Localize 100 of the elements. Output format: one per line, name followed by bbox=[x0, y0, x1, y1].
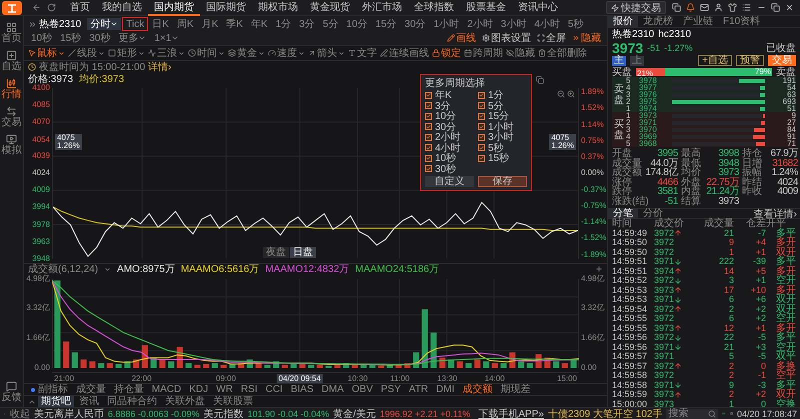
search-icon[interactable] bbox=[708, 410, 716, 418]
nav-tab[interactable]: 我的自选 bbox=[96, 0, 148, 16]
indicator-tab[interactable]: PSY bbox=[378, 384, 404, 395]
checkbox[interactable] bbox=[425, 102, 432, 110]
sidebar-item[interactable]: 自选 bbox=[2, 50, 22, 72]
checkbox[interactable] bbox=[478, 112, 485, 120]
custom-button[interactable]: 自定义 bbox=[425, 176, 474, 187]
nav-tab[interactable]: 国际期货 bbox=[200, 0, 252, 16]
draw-tool[interactable]: 黄金 bbox=[228, 46, 265, 60]
download-app-link[interactable]: 下载手机APP» bbox=[478, 406, 544, 419]
indicator-tab[interactable]: 成交额 bbox=[460, 384, 496, 395]
plus-icon[interactable] bbox=[595, 265, 603, 274]
user-icon[interactable] bbox=[714, 3, 723, 12]
indicator-tab[interactable]: DMI bbox=[433, 384, 458, 395]
indicator-tab[interactable]: 期现差 bbox=[498, 384, 534, 395]
checkbox[interactable] bbox=[478, 144, 485, 152]
period-tab[interactable]: 年K bbox=[248, 18, 271, 30]
period-option[interactable]: 3小时 bbox=[478, 132, 527, 142]
period-tab[interactable]: 日K bbox=[149, 18, 172, 30]
indicator-tab[interactable]: BIAS bbox=[288, 384, 317, 395]
quote-action-button[interactable]: +自选 bbox=[698, 55, 732, 66]
sidebar-item[interactable]: 首页 bbox=[2, 22, 22, 44]
indicator-tab[interactable]: KDJ bbox=[186, 384, 212, 395]
nav-tab[interactable]: 外汇市场 bbox=[356, 0, 408, 16]
details-link[interactable]: 详情› bbox=[148, 60, 172, 74]
period-option[interactable]: 2小时 bbox=[425, 132, 474, 142]
period-tab[interactable]: 15分 bbox=[372, 18, 400, 30]
checkbox[interactable] bbox=[425, 92, 432, 99]
checkbox[interactable] bbox=[478, 154, 485, 162]
info-tab[interactable]: 关联外盘 bbox=[162, 396, 208, 407]
checkbox[interactable] bbox=[425, 165, 432, 172]
period-option[interactable]: 10分 bbox=[425, 111, 474, 122]
period-option[interactable]: 年K bbox=[425, 90, 474, 100]
back-icon[interactable] bbox=[32, 3, 41, 12]
period-tab[interactable]: 5分 bbox=[320, 18, 342, 30]
expand-icon[interactable] bbox=[28, 20, 37, 28]
mail-icon[interactable] bbox=[700, 3, 709, 12]
period-tab[interactable]: 30秒 bbox=[86, 32, 114, 44]
copy-icon[interactable] bbox=[536, 76, 544, 84]
caret-icon[interactable] bbox=[104, 266, 112, 273]
period-tab[interactable]: 1×1 bbox=[151, 32, 182, 44]
draw-tool[interactable]: 矩形 bbox=[108, 46, 145, 60]
checkbox[interactable] bbox=[478, 123, 485, 130]
draw-tool[interactable]: 锁定 bbox=[432, 46, 461, 60]
indicator-tab[interactable]: 副指标 bbox=[28, 384, 71, 395]
quote-action-button[interactable]: 预警 bbox=[736, 55, 764, 66]
refresh-icon[interactable] bbox=[47, 3, 56, 12]
logo-icon[interactable] bbox=[0, 0, 24, 16]
copy-icon[interactable] bbox=[672, 3, 681, 12]
indicator-tab[interactable]: DMA bbox=[318, 384, 347, 395]
draw-tool[interactable]: 隐藏 bbox=[506, 46, 535, 60]
period-tab[interactable]: 季K bbox=[223, 18, 246, 30]
nav-tab[interactable]: 股票基金 bbox=[460, 0, 512, 16]
period-option[interactable]: 10秒 bbox=[425, 153, 474, 164]
period-option[interactable]: 1小时 bbox=[478, 122, 527, 132]
nav-tab[interactable]: 期权市场 bbox=[252, 0, 304, 16]
feedback-button[interactable]: 反馈 bbox=[2, 381, 22, 403]
panel-tab[interactable]: 产业链 bbox=[678, 16, 718, 27]
draw-tool[interactable]: 连续画线 bbox=[380, 46, 429, 60]
indicator-tab[interactable]: CCI bbox=[262, 384, 286, 395]
period-tab[interactable]: 15秒 bbox=[57, 32, 84, 44]
period-option[interactable]: 30秒 bbox=[425, 164, 474, 174]
draw-tool[interactable]: 跨周期 bbox=[464, 46, 503, 60]
checkbox[interactable] bbox=[425, 112, 432, 120]
period-tab[interactable]: 更多 bbox=[115, 32, 150, 44]
session-tab[interactable]: 夜盘 bbox=[263, 246, 289, 258]
period-tab[interactable]: 10分 bbox=[343, 18, 370, 30]
nav-tab[interactable]: 首页 bbox=[64, 0, 96, 16]
period-tab[interactable]: 3小时 bbox=[498, 18, 530, 30]
panel-tab[interactable]: F10资料 bbox=[718, 16, 766, 27]
draw-tool[interactable]: 速度 bbox=[268, 46, 305, 60]
mode-toggle[interactable]: 主 bbox=[612, 56, 626, 66]
draw-tool[interactable]: 文字 bbox=[348, 46, 377, 60]
period-tab[interactable]: 1分 bbox=[272, 18, 294, 30]
bell-icon[interactable] bbox=[686, 3, 695, 12]
period-tab[interactable]: Tick bbox=[123, 18, 148, 30]
trades-tab[interactable]: 分笔 bbox=[608, 208, 638, 219]
period-tab[interactable]: 3分 bbox=[296, 18, 318, 30]
period-option[interactable]: 5分 bbox=[478, 100, 527, 111]
sidebar-item[interactable]: 模拟 bbox=[2, 134, 22, 156]
shirt-icon[interactable] bbox=[728, 3, 737, 12]
indicator-tab[interactable]: MACD bbox=[148, 384, 184, 395]
period-tab[interactable]: 周K bbox=[174, 18, 197, 30]
indicator-tab[interactable]: WR bbox=[213, 384, 236, 395]
period-tab[interactable]: 4小时 bbox=[531, 18, 563, 30]
period-tab[interactable]: 30分 bbox=[402, 18, 429, 30]
panel-tab[interactable]: 龙虎榜 bbox=[638, 16, 678, 27]
indicator-tab[interactable]: 持仓量 bbox=[110, 384, 147, 395]
info-tab[interactable]: 关联股票 bbox=[210, 396, 256, 407]
draw-tool[interactable]: 全部删除 bbox=[538, 46, 587, 60]
info-tab[interactable]: 同品种合约 bbox=[104, 396, 160, 407]
checkbox[interactable] bbox=[425, 154, 432, 162]
checkbox[interactable] bbox=[478, 134, 485, 141]
quote-action-button[interactable]: 交易 bbox=[768, 55, 796, 66]
period-option[interactable]: 15秒 bbox=[478, 153, 527, 164]
chart-action-button[interactable]: 隐藏 bbox=[570, 32, 603, 44]
nav-tab[interactable]: 黄金现货 bbox=[304, 0, 356, 16]
period-option[interactable]: 15分 bbox=[478, 111, 527, 122]
quick-trade-button[interactable]: 快捷交易 bbox=[606, 1, 666, 14]
draw-tool[interactable]: 线段 bbox=[68, 46, 105, 60]
